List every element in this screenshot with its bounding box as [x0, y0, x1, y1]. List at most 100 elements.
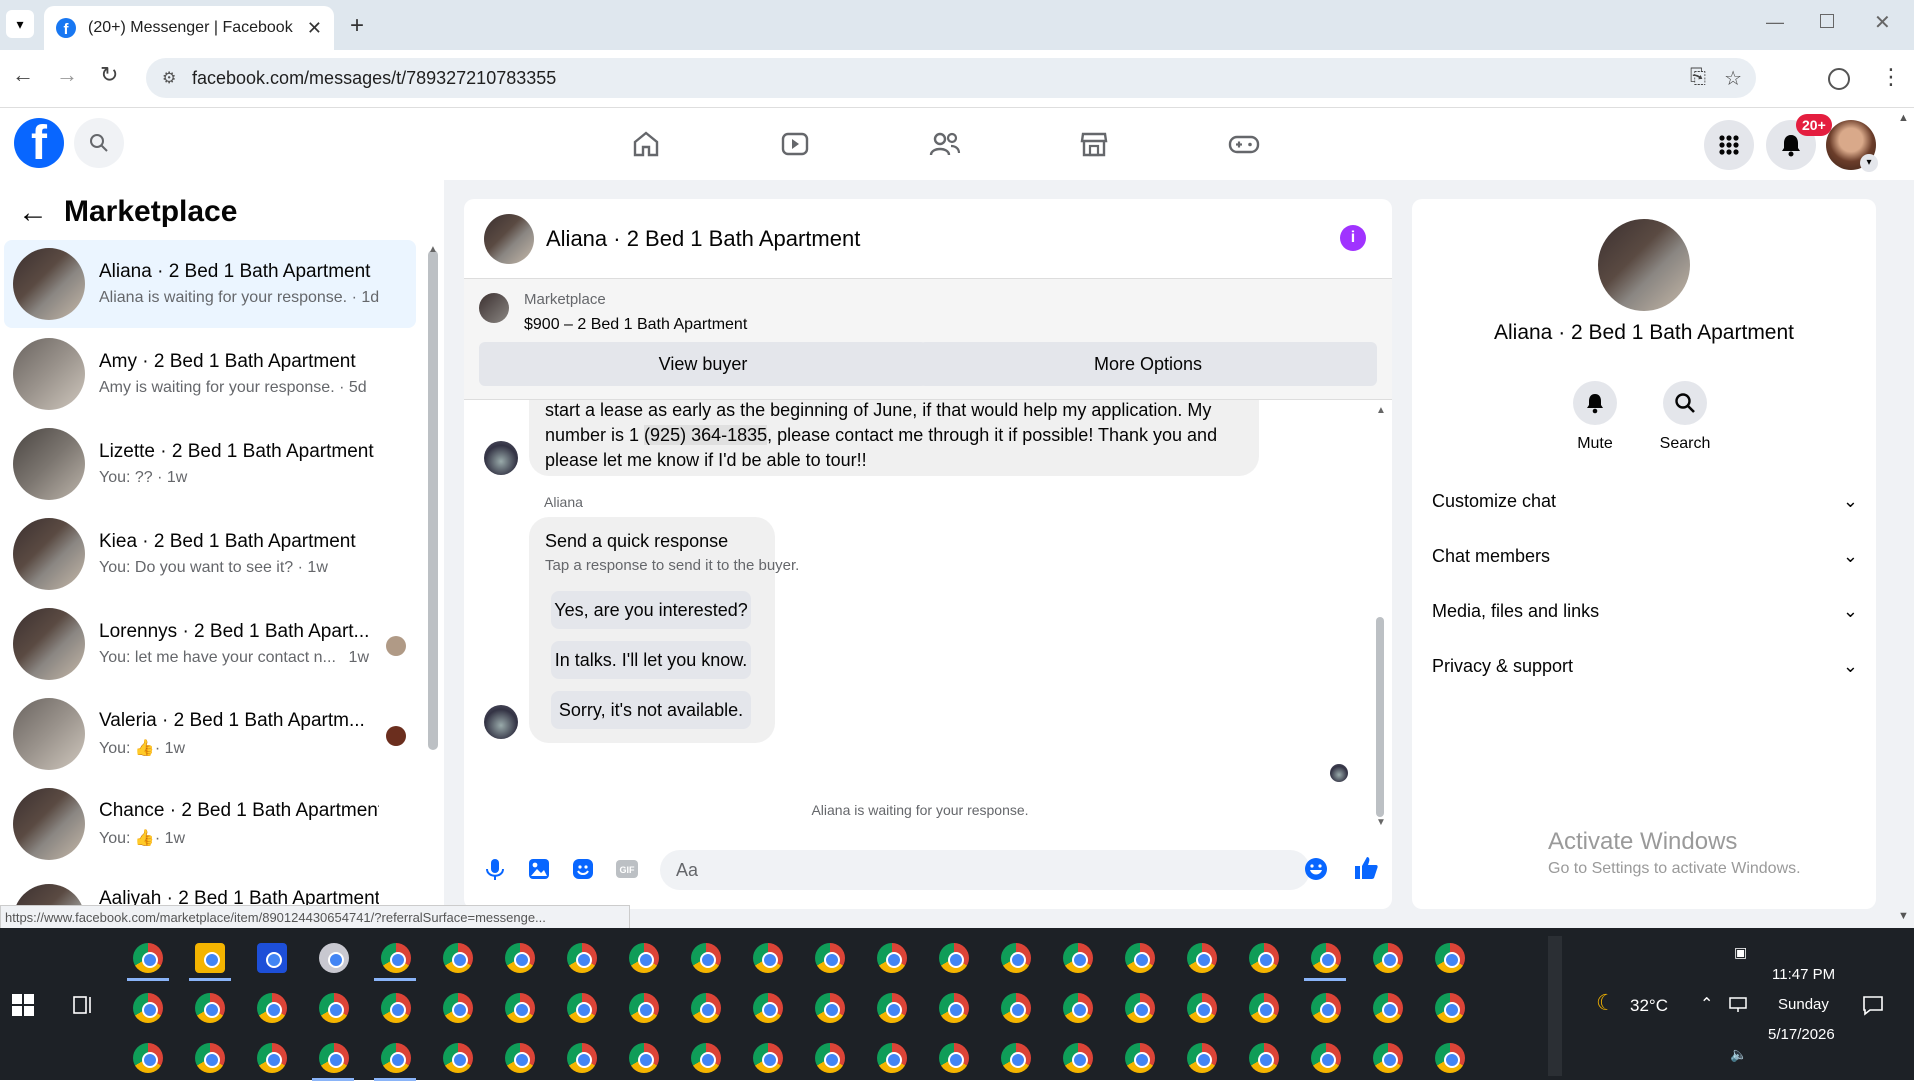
- privacy-support-section[interactable]: Privacy & support ⌄: [1432, 656, 1858, 677]
- taskbar-chrome-icon[interactable]: [815, 1043, 845, 1073]
- chat-thumbnail[interactable]: [484, 213, 534, 264]
- message-input[interactable]: Aa: [660, 850, 1310, 890]
- clock-time[interactable]: 11:47 PM: [1772, 966, 1835, 983]
- back-icon[interactable]: ←: [12, 62, 34, 88]
- taskbar-chrome-icon[interactable]: [1249, 1043, 1279, 1073]
- friends-icon[interactable]: [923, 122, 967, 166]
- listing-profile-image[interactable]: [1598, 219, 1690, 311]
- taskbar-chrome-icon[interactable]: [815, 943, 845, 973]
- conversation-item-lorennys[interactable]: Lorennys · 2 Bed 1 Bath Apart... You: let…: [4, 600, 416, 688]
- new-tab-button[interactable]: +: [350, 12, 364, 40]
- minimize-button[interactable]: —: [1766, 12, 1784, 33]
- quick-response-in-talks-button[interactable]: In talks. I'll let you know.: [551, 641, 751, 679]
- conversation-list-scrollbar[interactable]: [428, 250, 438, 750]
- conversation-item-lizette[interactable]: Lizette · 2 Bed 1 Bath Apartment You: ?? …: [4, 420, 416, 508]
- conversation-item-aliana[interactable]: Aliana · 2 Bed 1 Bath Apartment Aliana is…: [4, 240, 416, 328]
- search-in-chat-button[interactable]: Search: [1645, 381, 1725, 453]
- home-icon[interactable]: [624, 122, 668, 166]
- taskbar-chrome-icon[interactable]: [939, 1043, 969, 1073]
- taskbar-chrome-icon[interactable]: [939, 993, 969, 1023]
- taskbar-chrome-icon[interactable]: [1063, 993, 1093, 1023]
- taskbar-chrome-icon[interactable]: [567, 993, 597, 1023]
- chat-scroll-up-icon[interactable]: ▲: [1376, 405, 1386, 416]
- taskbar-chrome-icon[interactable]: [381, 1043, 411, 1073]
- taskbar-chrome-icon[interactable]: [1373, 1043, 1403, 1073]
- microphone-icon[interactable]: [482, 856, 508, 882]
- taskbar-chrome-icon[interactable]: [629, 993, 659, 1023]
- restore-button[interactable]: [1820, 14, 1834, 28]
- conversation-item-amy[interactable]: Amy · 2 Bed 1 Bath Apartment Amy is waiti…: [4, 330, 416, 418]
- taskbar-chrome-icon[interactable]: [815, 993, 845, 1023]
- menu-grid-button[interactable]: [1704, 120, 1754, 170]
- taskbar-chrome-icon[interactable]: [133, 943, 163, 973]
- scroll-up-arrow-icon[interactable]: ▲: [428, 244, 438, 255]
- taskbar-chrome-icon[interactable]: [877, 943, 907, 973]
- quick-response-not-available-button[interactable]: Sorry, it's not available.: [551, 691, 751, 729]
- taskbar-chrome-icon[interactable]: [1125, 1043, 1155, 1073]
- taskbar-chrome-icon[interactable]: [1187, 943, 1217, 973]
- taskbar-chrome-icon[interactable]: [505, 993, 535, 1023]
- taskbar-chrome-icon[interactable]: [1435, 1043, 1465, 1073]
- facebook-search-button[interactable]: [74, 118, 124, 168]
- taskbar-chrome-icon[interactable]: [939, 943, 969, 973]
- taskbar-chrome-icon[interactable]: [1373, 993, 1403, 1023]
- taskbar-chrome-icon[interactable]: [1311, 943, 1341, 973]
- meet-now-icon[interactable]: ▣: [1734, 944, 1747, 961]
- conversation-item-kiea[interactable]: Kiea · 2 Bed 1 Bath Apartment You: Do you…: [4, 510, 416, 598]
- taskbar-chrome-icon[interactable]: [381, 943, 411, 973]
- taskbar-chrome-icon[interactable]: [1125, 993, 1155, 1023]
- taskbar-chrome-icon[interactable]: [629, 1043, 659, 1073]
- taskbar-chrome-icon[interactable]: [1435, 993, 1465, 1023]
- notification-center-icon[interactable]: [1862, 994, 1884, 1016]
- browser-menu-icon[interactable]: ⋮: [1880, 64, 1902, 90]
- more-options-button[interactable]: More Options: [919, 342, 1377, 386]
- taskbar-chrome-icon[interactable]: [691, 943, 721, 973]
- app-icon[interactable]: [319, 943, 349, 973]
- emoji-icon[interactable]: [1303, 856, 1329, 882]
- facebook-logo-icon[interactable]: f: [14, 118, 64, 168]
- taskbar-chrome-icon[interactable]: [133, 993, 163, 1023]
- forward-icon[interactable]: →: [56, 62, 78, 88]
- chat-scrollbar[interactable]: [1376, 617, 1384, 817]
- gif-icon[interactable]: GIF: [614, 856, 640, 882]
- taskbar-chrome-icon[interactable]: [257, 993, 287, 1023]
- taskbar-chrome-icon[interactable]: [257, 1043, 287, 1073]
- conversation-item-chance[interactable]: Chance · 2 Bed 1 Bath Apartment You: 👍· 1…: [4, 780, 416, 868]
- windows-start-icon[interactable]: [12, 994, 34, 1016]
- network-icon[interactable]: [1728, 996, 1750, 1014]
- taskbar-chrome-icon[interactable]: [691, 1043, 721, 1073]
- taskbar-scroll[interactable]: [1548, 936, 1562, 1076]
- media-files-links-section[interactable]: Media, files and links ⌄: [1432, 601, 1858, 622]
- taskbar-chrome-icon[interactable]: [1435, 943, 1465, 973]
- mute-button[interactable]: Mute: [1555, 381, 1635, 453]
- back-arrow-icon[interactable]: ←: [18, 196, 48, 230]
- taskbar-chrome-icon[interactable]: [319, 993, 349, 1023]
- chat-scroll-down-icon[interactable]: ▼: [1376, 817, 1386, 828]
- taskbar-chrome-icon[interactable]: [753, 993, 783, 1023]
- taskbar-chrome-icon[interactable]: [567, 1043, 597, 1073]
- tray-chevron-up-icon[interactable]: ⌃: [1700, 994, 1713, 1014]
- chat-title[interactable]: Aliana · 2 Bed 1 Bath Apartment: [546, 226, 860, 252]
- clock-day[interactable]: Sunday: [1778, 996, 1829, 1013]
- taskbar-chrome-icon[interactable]: [1249, 943, 1279, 973]
- quick-response-yes-button[interactable]: Yes, are you interested?: [551, 591, 751, 629]
- tab-close-icon[interactable]: ✕: [307, 18, 322, 39]
- listing-price-title[interactable]: $900 – 2 Bed 1 Bath Apartment: [524, 316, 747, 334]
- volume-icon[interactable]: 🔈: [1730, 1046, 1747, 1063]
- account-chevron-down-icon[interactable]: ▾: [1860, 154, 1878, 172]
- sticker-icon[interactable]: [570, 856, 596, 882]
- taskbar-chrome-icon[interactable]: [1373, 943, 1403, 973]
- chat-members-section[interactable]: Chat members ⌄: [1432, 546, 1858, 567]
- weather-icon[interactable]: ☾: [1596, 990, 1616, 1016]
- taskbar-chrome-icon[interactable]: [381, 993, 411, 1023]
- site-info-icon[interactable]: ⚙: [162, 68, 176, 88]
- reload-icon[interactable]: ↻: [100, 62, 118, 88]
- thumbs-up-send-icon[interactable]: [1352, 854, 1380, 882]
- app-icon[interactable]: [257, 943, 287, 973]
- taskbar-chrome-icon[interactable]: [1063, 1043, 1093, 1073]
- taskbar-chrome-icon[interactable]: [1125, 943, 1155, 973]
- taskbar-chrome-icon[interactable]: [443, 993, 473, 1023]
- taskbar-chrome-icon[interactable]: [877, 1043, 907, 1073]
- taskbar-chrome-icon[interactable]: [1001, 1043, 1031, 1073]
- taskbar-chrome-icon[interactable]: [443, 943, 473, 973]
